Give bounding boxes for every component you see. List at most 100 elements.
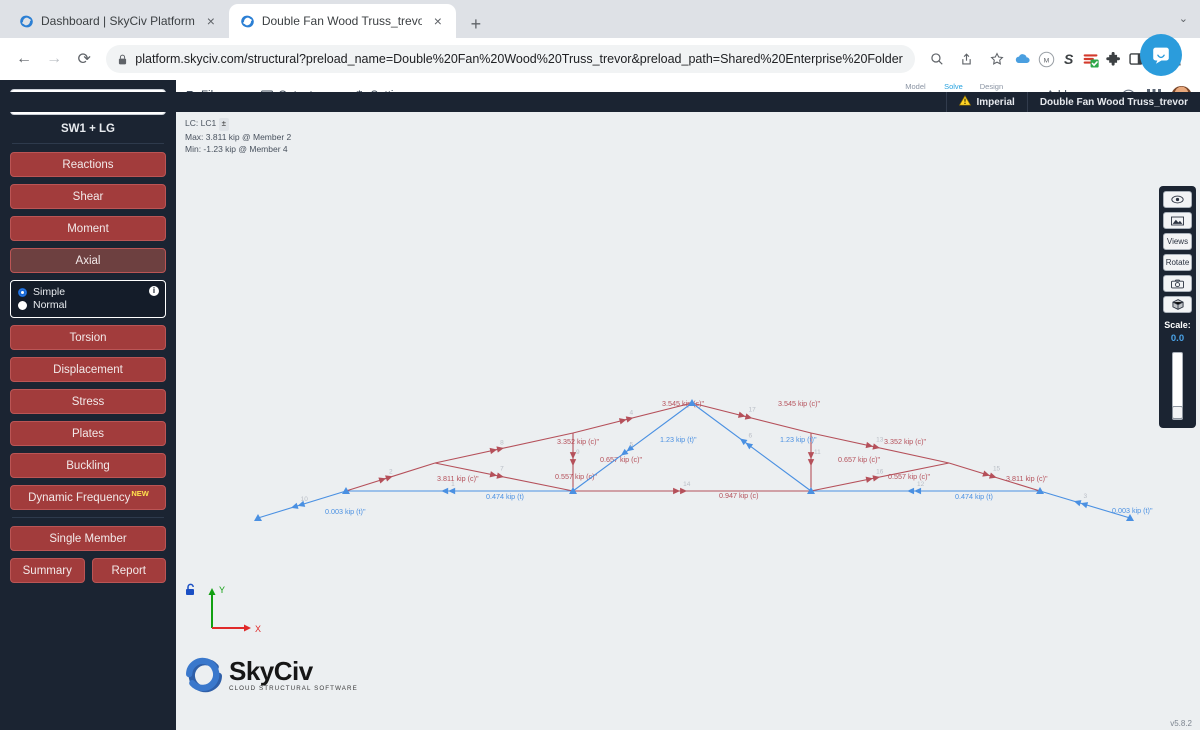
back-button[interactable]: ← [10,44,38,74]
results-sidebar: #1 - LC1 ▾ SW1 + LG Reactions Shear Mome… [0,80,176,730]
scale-value: 0.0 [1170,333,1185,344]
scale-label: Scale: [1164,320,1191,330]
member-force-label: 3.545 kip (c)" [662,399,705,408]
sidebar-item-reactions[interactable]: Reactions [10,152,166,177]
dynamic-frequency-label: Dynamic Frequency [28,491,131,504]
warning-triangle-icon [959,95,972,109]
grammarly-extension-icon[interactable] [1081,48,1102,70]
chevron-down-icon[interactable]: ⌄ [1179,12,1188,25]
member-id-label: 2 [389,468,393,475]
member-id-label: 9 [576,449,580,456]
image-icon[interactable] [1163,212,1192,229]
skyciv-logo: SkyCiv CLOUD STRUCTURAL SOFTWARE [186,657,358,693]
radio-normal[interactable]: Normal [18,299,158,311]
unlock-icon[interactable] [185,583,197,599]
truss-member[interactable] [434,432,574,464]
logo-tagline: CLOUD STRUCTURAL SOFTWARE [229,684,358,692]
lock-icon [119,54,127,64]
svg-text:X: X [255,624,261,634]
browser-chrome: Dashboard | SkyCiv Platform × Double Fan… [0,0,1200,80]
member-id-label: 4 [630,410,634,417]
radio-simple[interactable]: Simple [18,286,158,298]
skyciv-app: File ⌄ Output ⌄ Settings Model Solv [0,34,1200,730]
visibility-icon[interactable] [1163,191,1192,208]
member-force-label: 3.811 kip (c)" [1006,474,1048,483]
member-id-label: 8 [500,440,504,447]
member-force-label: 0.003 kip (t)" [325,507,366,516]
status-units[interactable]: Imperial [946,92,1026,112]
forward-button[interactable]: → [40,44,68,74]
member-id-label: 3 [1084,493,1088,500]
views-button[interactable]: Views [1163,233,1192,250]
member-id-label: 10 [301,496,309,503]
bookmark-star-icon[interactable] [983,44,1011,74]
scale-slider-thumb[interactable] [1172,406,1183,419]
cloud-extension-icon[interactable] [1013,48,1034,70]
member-force-label: 3.811 kip (c)" [437,474,479,483]
sidebar-item-displacement[interactable]: Displacement [10,357,166,382]
force-arrow-icon [673,487,688,495]
radio-dot-icon [18,300,27,310]
sidebar-item-single-member[interactable]: Single Member [10,526,166,551]
model-canvas[interactable]: LC: LC1 ± Max: 3.811 kip @ Member 2 Min:… [176,112,1200,730]
sidebar-item-report[interactable]: Report [91,558,166,583]
browser-toolbar: ← → ⟳ platform.skyciv.com/structural?pre… [0,38,1200,80]
new-badge: NEW [131,489,149,498]
member-force-label: 0.557 kip (c)" [555,472,598,481]
rotate-button[interactable]: Rotate [1163,254,1192,271]
skyciv-logo-icon [186,657,222,693]
tab-close-icon[interactable]: × [430,14,446,28]
load-combination-label: SW1 + LG [61,123,115,135]
summary-report-group: Summary Report [10,558,166,590]
truss-member[interactable] [691,402,812,492]
reload-button[interactable]: ⟳ [70,44,98,74]
member-id-label: 17 [749,407,757,414]
new-tab-button[interactable]: + [462,10,490,38]
sidebar-item-stress[interactable]: Stress [10,389,166,414]
member-id-label: 14 [683,481,691,488]
member-force-label: 0.003 kip (t)" [1112,506,1153,515]
sidebar-item-axial[interactable]: Axial [10,248,166,273]
member-force-label: 0.657 kip (c)" [838,455,881,464]
info-icon[interactable]: i [149,286,159,296]
tab-title: Double Fan Wood Truss_trevor [261,14,422,28]
cube-icon[interactable] [1163,296,1192,313]
divider [12,143,164,144]
member-id-label: 15 [993,466,1001,473]
status-model-name[interactable]: Double Fan Wood Truss_trevor [1026,92,1200,112]
member-id-label: 11 [814,449,821,456]
tab-strip: Dashboard | SkyCiv Platform × Double Fan… [0,0,1200,38]
status-units-label: Imperial [976,96,1015,108]
browser-tab-truss[interactable]: Double Fan Wood Truss_trevor × [228,4,456,38]
sidebar-item-shear[interactable]: Shear [10,184,166,209]
sidebar-item-plates[interactable]: Plates [10,421,166,446]
force-arrow-icon [441,487,456,495]
view-toolbar: Views Rotate Scale: 0.0 [1159,186,1196,428]
sidebar-item-moment[interactable]: Moment [10,216,166,241]
tab-close-icon[interactable]: × [203,14,219,28]
camera-icon[interactable] [1163,275,1192,292]
browser-tab-dashboard[interactable]: Dashboard | SkyCiv Platform × [8,4,229,38]
sidebar-item-torsion[interactable]: Torsion [10,325,166,350]
svg-text:M: M [1043,57,1049,64]
sidebar-item-summary[interactable]: Summary [10,558,85,583]
s-extension-icon[interactable]: S [1058,48,1079,70]
chat-bubble-icon[interactable] [1140,34,1182,76]
scale-slider[interactable] [1172,352,1183,420]
member-force-label: 0.947 kip (c) [719,491,759,500]
member-force-label: 1.23 kip (t)" [780,435,817,444]
share-icon[interactable] [953,44,981,74]
url-text: platform.skyciv.com/structural?preload_n… [135,52,903,66]
member-force-label: 0.557 kip (c)" [888,472,931,481]
address-bar[interactable]: platform.skyciv.com/structural?preload_n… [106,45,915,73]
member-id-label: 12 [917,481,925,488]
member-force-label: 3.352 kip (c)" [884,437,927,446]
axial-mode-radio-group: i Simple Normal [10,280,166,318]
stage-design-label: Design [979,82,1004,91]
m-extension-icon[interactable]: M [1036,48,1057,70]
puzzle-extension-icon[interactable] [1104,48,1125,70]
status-bar: Imperial Double Fan Wood Truss_trevor [0,92,1200,112]
search-icon[interactable] [923,44,951,74]
sidebar-item-dynamic-frequency[interactable]: Dynamic Frequency NEW [10,485,166,510]
sidebar-item-buckling[interactable]: Buckling [10,453,166,478]
